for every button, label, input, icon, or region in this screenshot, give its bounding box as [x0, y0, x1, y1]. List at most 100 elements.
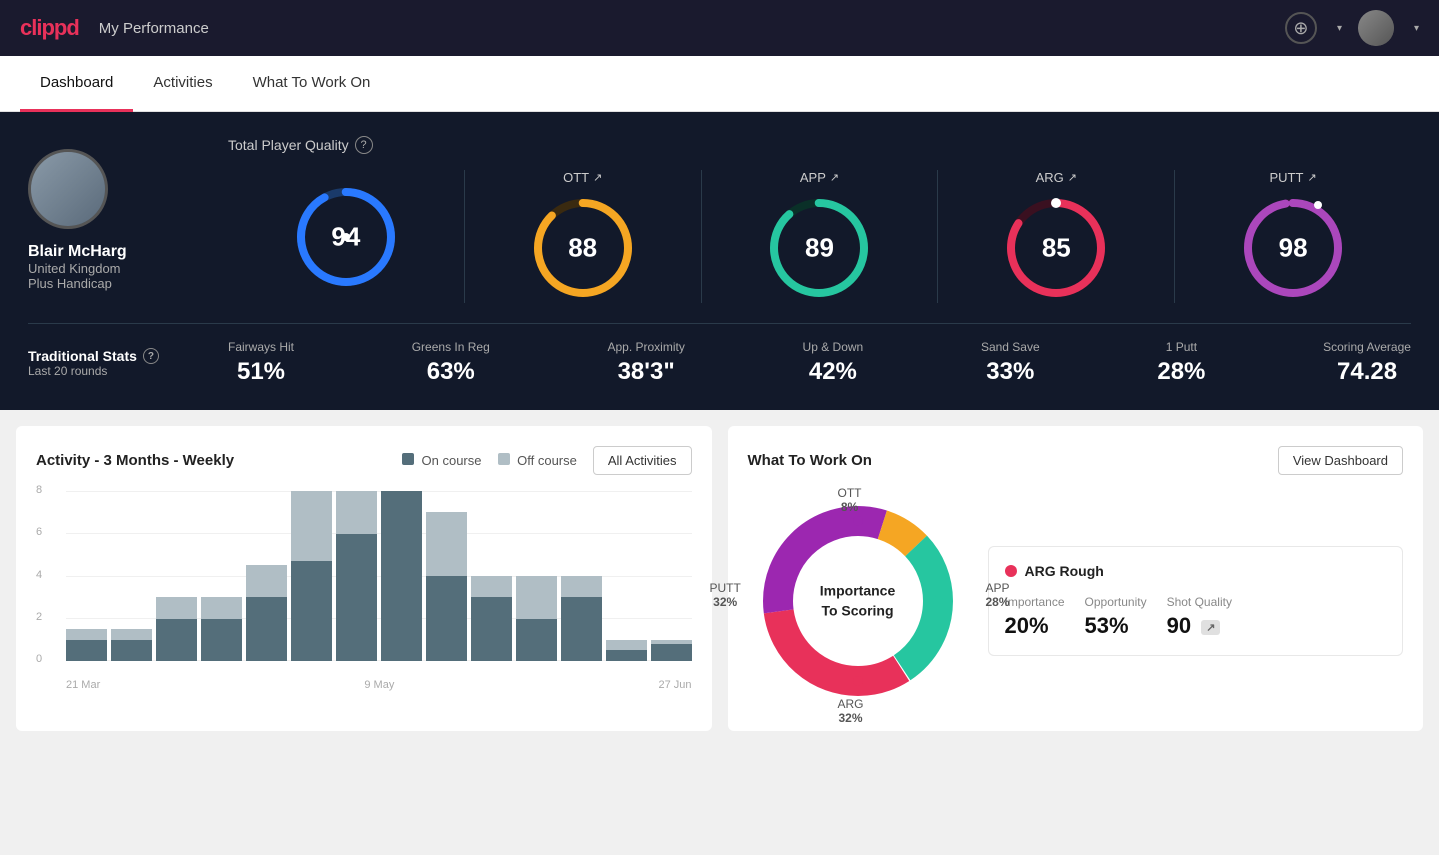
bar-group-4	[246, 491, 287, 661]
gauge-ott-value: 88	[568, 233, 597, 264]
bar-group-7	[381, 491, 422, 661]
gauge-ott: OTT ↗ 88	[464, 170, 701, 303]
gauge-arg-value: 85	[1042, 233, 1071, 264]
player-info: Blair McHarg United Kingdom Plus Handica…	[28, 149, 228, 291]
header: clippd My Performance ⊕ ▾ ▾	[0, 0, 1439, 56]
ott-label-text: OTT	[838, 486, 862, 500]
info-card: ARG Rough Importance 20% Opportunity 53%…	[988, 546, 1404, 656]
nav-tabs: Dashboard Activities What To Work On	[0, 56, 1439, 112]
gauge-ott-label: OTT	[563, 170, 589, 185]
bar-group-2	[156, 491, 197, 661]
stat-fairways-value: 51%	[228, 358, 294, 386]
legend-off-course: Off course	[498, 453, 577, 468]
all-activities-button[interactable]: All Activities	[593, 446, 692, 475]
stat-greens: Greens In Reg 63%	[412, 340, 490, 386]
shot-quality-badge: ↗	[1201, 620, 1220, 635]
wtwo-title: What To Work On	[748, 452, 872, 469]
gauge-putt-svg: 98	[1238, 193, 1348, 303]
header-title: My Performance	[99, 20, 209, 37]
stats-items: Fairways Hit 51% Greens In Reg 63% App. …	[228, 340, 1411, 386]
putt-arrow-icon: ↗	[1307, 171, 1316, 184]
bar-group-6	[336, 491, 377, 661]
stats-help-icon[interactable]: ?	[143, 348, 159, 364]
x-label-may: 9 May	[364, 679, 394, 691]
chart-area: 8 6 4 2 0 21 Mar 9 May 27 Jun	[36, 491, 692, 691]
gauge-app: APP ↗ 89	[701, 170, 938, 303]
bar-group-8	[426, 491, 467, 661]
stat-proximity: App. Proximity 38'3"	[607, 340, 684, 386]
gauge-app-value: 89	[805, 233, 834, 264]
bar-group-0	[66, 491, 107, 661]
bar-off-0	[66, 629, 107, 640]
bar-on-5	[291, 561, 332, 661]
bar-group-13	[651, 491, 692, 661]
stat-oneputt-value: 28%	[1157, 358, 1205, 386]
arg-pct-text: 32%	[838, 711, 864, 725]
quality-help-icon[interactable]: ?	[355, 136, 373, 154]
bar-on-7	[381, 491, 422, 661]
stat-oneputt: 1 Putt 28%	[1157, 340, 1205, 386]
info-card-metrics: Importance 20% Opportunity 53% Shot Qual…	[1005, 595, 1387, 639]
metric-opportunity-value: 53%	[1085, 613, 1147, 639]
ott-arrow-icon: ↗	[593, 171, 602, 184]
ott-pct-text: 8%	[838, 500, 862, 514]
gauge-app-svg: 89	[764, 193, 874, 303]
tab-dashboard[interactable]: Dashboard	[20, 56, 133, 112]
user-chevron-icon: ▾	[1414, 23, 1419, 34]
bar-group-12	[606, 491, 647, 661]
chart-header: Activity - 3 Months - Weekly On course O…	[36, 446, 692, 475]
stat-updown: Up & Down 42%	[803, 340, 864, 386]
arg-arrow-icon: ↗	[1068, 171, 1077, 184]
stat-greens-value: 63%	[412, 358, 490, 386]
donut-label-ott: OTT 8%	[838, 486, 862, 514]
wtwo-content: Importance To Scoring OTT 8% APP 28% ARG…	[748, 491, 1404, 711]
stats-row: Traditional Stats ? Last 20 rounds Fairw…	[28, 323, 1411, 386]
x-label-mar: 21 Mar	[66, 679, 100, 691]
tab-activities[interactable]: Activities	[133, 56, 232, 112]
chart-title: Activity - 3 Months - Weekly	[36, 452, 234, 469]
chart-legend: On course Off course	[402, 453, 577, 468]
info-card-title: ARG Rough	[1005, 563, 1387, 579]
gauge-putt-value: 98	[1279, 233, 1308, 264]
view-dashboard-button[interactable]: View Dashboard	[1278, 446, 1403, 475]
avatar-image	[1358, 10, 1394, 46]
bar-group-3	[201, 491, 242, 661]
player-quality-row: Blair McHarg United Kingdom Plus Handica…	[28, 136, 1411, 303]
bar-off-5	[291, 491, 332, 561]
add-chevron-icon: ▾	[1337, 23, 1342, 34]
metric-shot-quality-name: Shot Quality	[1167, 595, 1232, 609]
stat-proximity-value: 38'3"	[607, 358, 684, 386]
stat-proximity-name: App. Proximity	[607, 340, 684, 354]
arg-label-text: ARG	[838, 697, 864, 711]
chart-controls: On course Off course All Activities	[402, 446, 692, 475]
bar-group-11	[561, 491, 602, 661]
stat-oneputt-name: 1 Putt	[1157, 340, 1205, 354]
tab-what-to-work-on[interactable]: What To Work On	[233, 56, 391, 112]
user-avatar[interactable]	[1358, 10, 1394, 46]
bar-off-6	[336, 491, 377, 534]
stat-sandsave: Sand Save 33%	[981, 340, 1040, 386]
stat-scoring-value: 74.28	[1323, 358, 1411, 386]
player-handicap: Plus Handicap	[28, 276, 112, 291]
bar-off-9	[471, 576, 512, 597]
putt-label-text: PUTT	[710, 581, 741, 595]
activity-panel: Activity - 3 Months - Weekly On course O…	[16, 426, 712, 731]
metric-importance-value: 20%	[1005, 613, 1065, 639]
player-name: Blair McHarg	[28, 243, 127, 261]
player-avatar-image	[31, 152, 105, 226]
gauge-arg: ARG ↗ 85	[937, 170, 1174, 303]
bar-off-3	[201, 597, 242, 618]
stat-fairways-name: Fairways Hit	[228, 340, 294, 354]
gauge-main-svg: 94	[291, 182, 401, 292]
bar-on-6	[336, 534, 377, 662]
bar-off-8	[426, 512, 467, 576]
app-pct-text: 28%	[985, 595, 1009, 609]
add-button[interactable]: ⊕	[1285, 12, 1317, 44]
stat-updown-value: 42%	[803, 358, 864, 386]
metric-opportunity-name: Opportunity	[1085, 595, 1147, 609]
bar-on-1	[111, 640, 152, 661]
metric-importance-name: Importance	[1005, 595, 1065, 609]
bar-off-4	[246, 565, 287, 597]
player-avatar	[28, 149, 108, 229]
donut-label-arg: ARG 32%	[838, 697, 864, 725]
